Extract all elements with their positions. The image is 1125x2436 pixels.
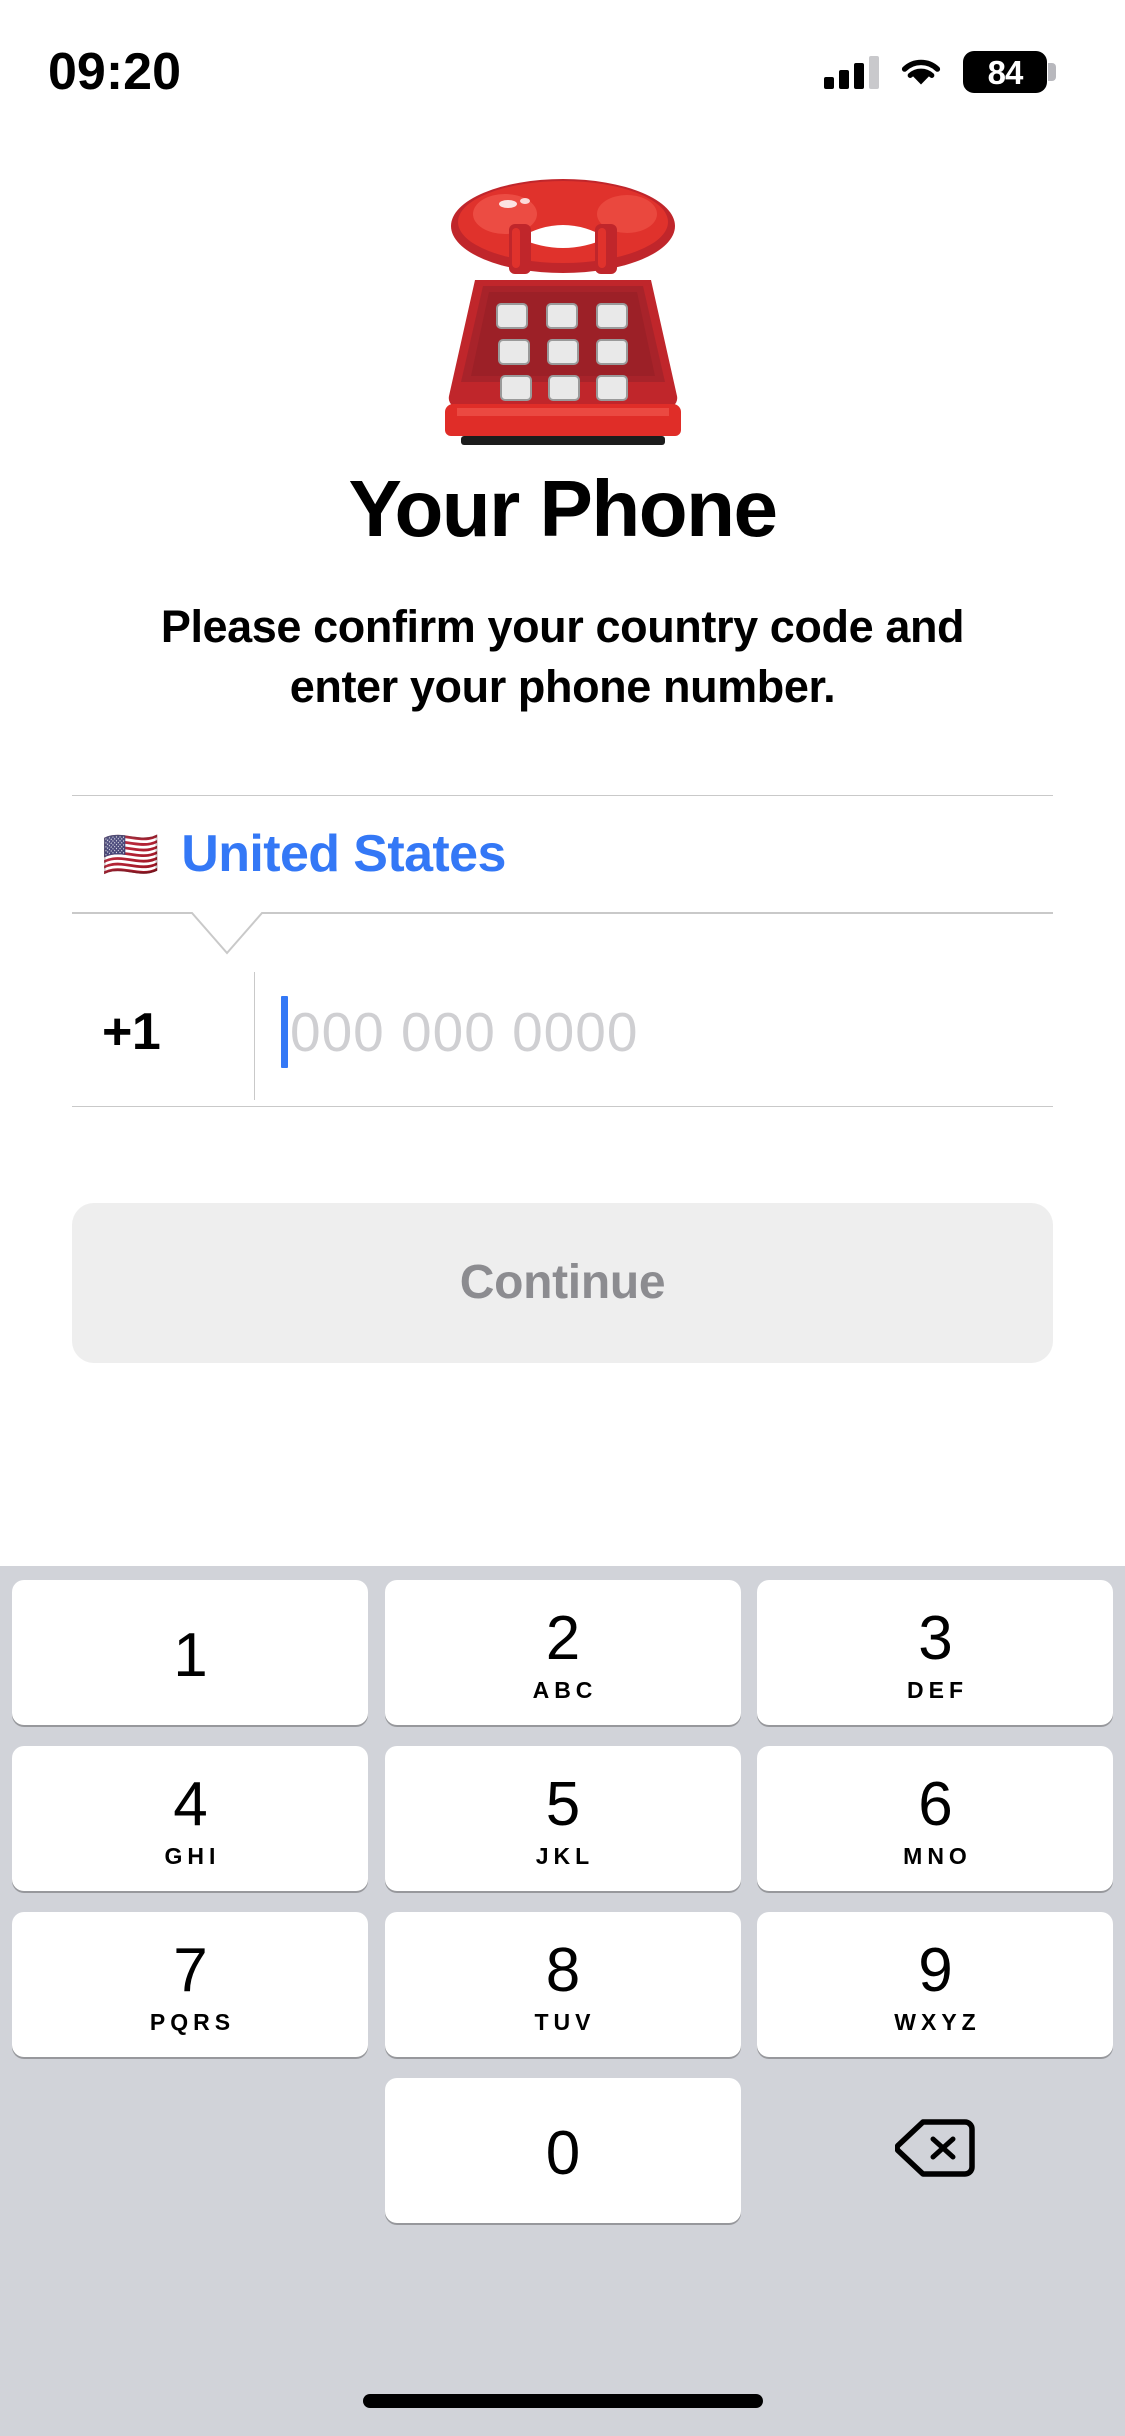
key-letters: PQRS bbox=[149, 2008, 236, 2035]
keypad-spacer bbox=[12, 2078, 368, 2223]
key-5[interactable]: 5 JKL bbox=[384, 1746, 741, 1891]
phone-form: 🇺🇸 United States +1 000 000 0000 Continu… bbox=[72, 794, 1053, 1363]
key-1[interactable]: 1 bbox=[12, 1580, 368, 1725]
cellular-signal-icon bbox=[824, 55, 879, 89]
backspace-delete-icon bbox=[894, 2117, 975, 2184]
key-digit: 8 bbox=[545, 1935, 580, 2005]
key-letters: DEF bbox=[907, 1676, 968, 1703]
key-letters: ABC bbox=[532, 1676, 598, 1703]
key-digit: 3 bbox=[918, 1603, 952, 1673]
key-delete[interactable] bbox=[757, 2078, 1113, 2223]
key-0[interactable]: 0 bbox=[384, 2078, 741, 2223]
key-digit: 4 bbox=[173, 1769, 207, 1839]
dial-code-label: +1 bbox=[102, 1002, 161, 1061]
status-bar-indicators: 84 bbox=[824, 51, 1056, 93]
numeric-keypad: 1 2 ABC 3 DEF 4 GHI 5 JKL 6 MNO 7 PQRS 8… bbox=[0, 1566, 1125, 2436]
country-selector[interactable]: 🇺🇸 United States bbox=[72, 796, 1053, 912]
key-digit: 1 bbox=[173, 1620, 207, 1690]
notched-divider bbox=[72, 912, 1053, 958]
key-digit: 0 bbox=[545, 2118, 580, 2188]
country-name-label: United States bbox=[181, 824, 506, 883]
key-7[interactable]: 7 PQRS bbox=[12, 1912, 368, 2057]
page-title: Your Phone bbox=[348, 464, 778, 553]
telephone-emoji bbox=[413, 132, 713, 457]
key-letters: TUV bbox=[534, 2008, 596, 2035]
keypad-row-1: 1 2 ABC 3 DEF bbox=[6, 1580, 1119, 1725]
status-bar-time: 09:20 bbox=[48, 43, 181, 101]
home-indicator-area bbox=[6, 2244, 1119, 2436]
continue-button[interactable]: Continue bbox=[72, 1202, 1053, 1363]
battery-icon: 84 bbox=[963, 51, 1056, 93]
key-digit: 2 bbox=[545, 1603, 580, 1673]
key-3[interactable]: 3 DEF bbox=[757, 1580, 1113, 1725]
keypad-row-2: 4 GHI 5 JKL 6 MNO bbox=[6, 1746, 1119, 1891]
key-2[interactable]: 2 ABC bbox=[384, 1580, 741, 1725]
wifi-icon bbox=[898, 55, 944, 89]
keypad-row-4: 0 bbox=[6, 2078, 1119, 2223]
key-9[interactable]: 9 WXYZ bbox=[757, 1912, 1113, 2057]
key-8[interactable]: 8 TUV bbox=[384, 1912, 741, 2057]
key-letters: JKL bbox=[535, 1842, 595, 1869]
battery-percent-label: 84 bbox=[987, 53, 1024, 91]
key-4[interactable]: 4 GHI bbox=[12, 1746, 368, 1891]
key-letters: MNO bbox=[903, 1842, 972, 1869]
key-digit: 5 bbox=[545, 1769, 580, 1839]
status-bar: 09:20 84 bbox=[0, 0, 1125, 132]
key-letters: GHI bbox=[164, 1842, 221, 1869]
phone-number-row[interactable]: +1 000 000 0000 bbox=[72, 958, 1053, 1106]
phone-entry-screen: 09:20 84 Your Phone Please confirm your … bbox=[0, 0, 1125, 2436]
key-6[interactable]: 6 MNO bbox=[757, 1746, 1113, 1891]
key-digit: 7 bbox=[173, 1935, 207, 2005]
home-indicator bbox=[362, 2394, 763, 2408]
phone-number-input[interactable]: 000 000 0000 bbox=[255, 958, 1053, 1106]
keypad-row-3: 7 PQRS 8 TUV 9 WXYZ bbox=[6, 1912, 1119, 2057]
text-caret bbox=[281, 995, 288, 1068]
key-digit: 9 bbox=[918, 1935, 952, 2005]
key-letters: WXYZ bbox=[894, 2008, 981, 2035]
page-subtitle: Please confirm your country code and ent… bbox=[160, 601, 965, 712]
phone-number-placeholder: 000 000 0000 bbox=[290, 1000, 639, 1063]
bottom-divider bbox=[72, 1105, 1053, 1107]
key-digit: 6 bbox=[918, 1769, 952, 1839]
main-content: Your Phone Please confirm your country c… bbox=[0, 132, 1125, 1566]
us-flag-icon: 🇺🇸 bbox=[102, 827, 160, 880]
